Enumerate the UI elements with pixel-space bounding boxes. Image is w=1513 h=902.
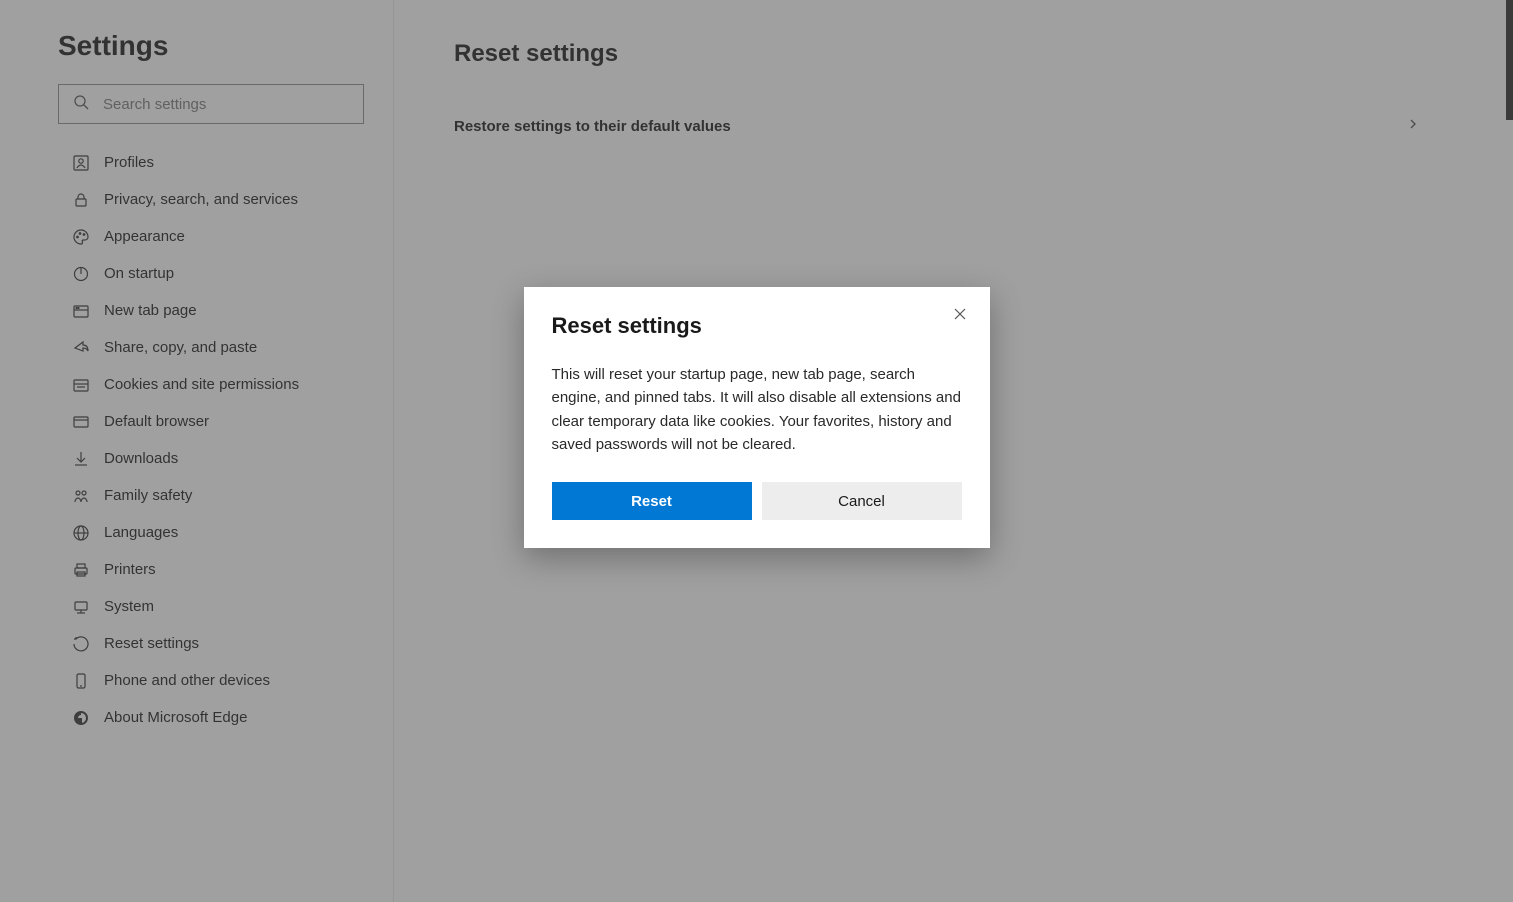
- dialog-title: Reset settings: [552, 313, 962, 339]
- modal-overlay: Reset settings This will reset your star…: [0, 0, 1513, 902]
- close-icon: [953, 307, 967, 324]
- scrollbar-thumb[interactable]: [1506, 0, 1513, 120]
- dialog-body: This will reset your startup page, new t…: [552, 363, 962, 456]
- reset-settings-dialog: Reset settings This will reset your star…: [524, 287, 990, 548]
- close-button[interactable]: [946, 301, 974, 329]
- cancel-button[interactable]: Cancel: [762, 482, 962, 520]
- dialog-actions: Reset Cancel: [552, 482, 962, 520]
- reset-button[interactable]: Reset: [552, 482, 752, 520]
